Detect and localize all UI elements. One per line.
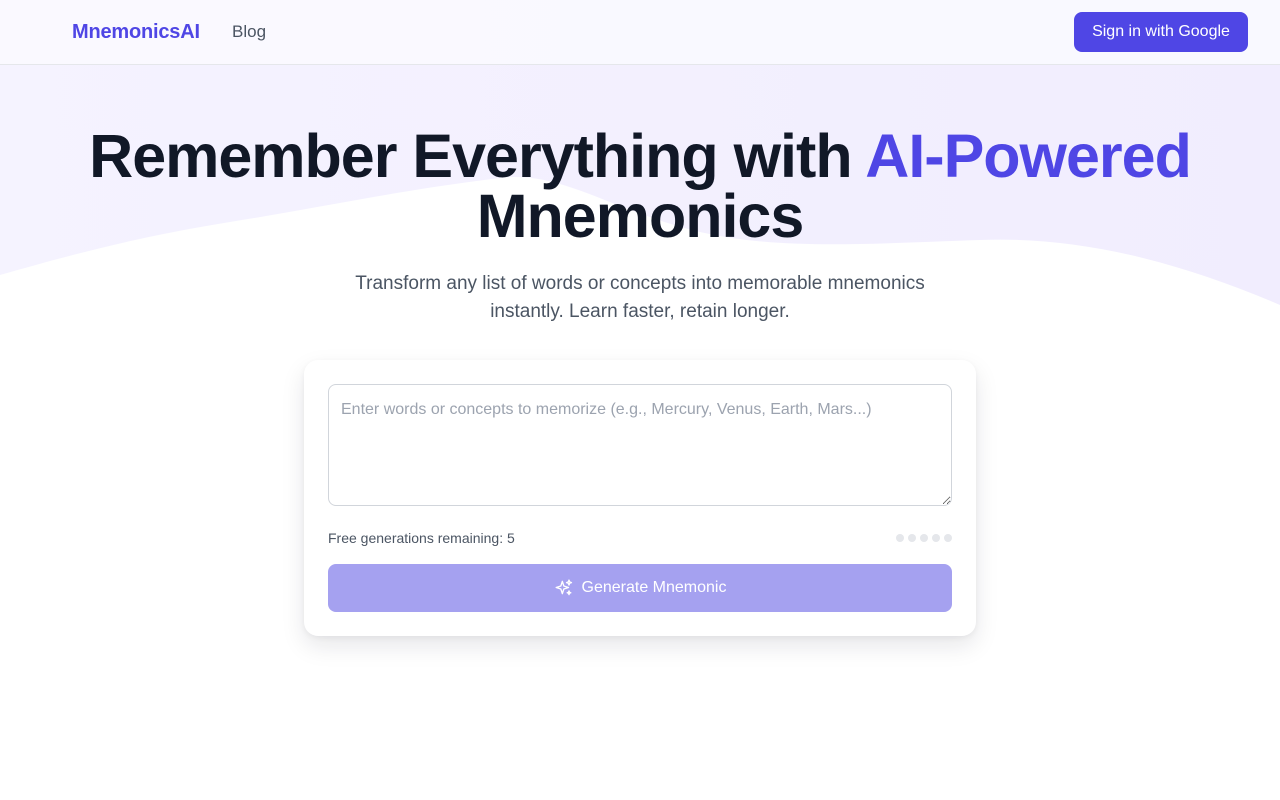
- logo[interactable]: MnemonicsAI: [72, 20, 200, 44]
- page: MnemonicsAI Blog Sign in with Google Rem…: [0, 0, 1280, 800]
- generate-mnemonic-label: Generate Mnemonic: [581, 579, 727, 596]
- generation-dot: [920, 534, 928, 542]
- hero-subtitle-line-1: Transform any list of words or concepts …: [355, 273, 925, 294]
- free-generations-remaining: Free generations remaining: 5: [328, 530, 515, 546]
- generation-dot: [944, 534, 952, 542]
- hero-title-main: Remember Everything with: [89, 122, 866, 190]
- nav-link-blog[interactable]: Blog: [232, 22, 266, 42]
- sign-in-with-google-button[interactable]: Sign in with Google: [1074, 12, 1248, 52]
- concepts-input[interactable]: [328, 384, 952, 506]
- hero-subtitle: Transform any list of words or concepts …: [330, 270, 950, 326]
- hero-title-accent: AI-Powered: [865, 122, 1192, 190]
- generation-dot: [908, 534, 916, 542]
- top-navigation-bar: MnemonicsAI Blog Sign in with Google: [0, 0, 1280, 65]
- generation-dot: [932, 534, 940, 542]
- generation-dot: [896, 534, 904, 542]
- hero-section: Remember Everything with AI-Powered Mnem…: [0, 126, 1280, 326]
- generate-mnemonic-button[interactable]: Generate Mnemonic: [328, 564, 952, 612]
- sparkles-icon: [555, 579, 572, 596]
- mnemonic-generator-card: Free generations remaining: 5 Generate M…: [304, 360, 976, 636]
- hero-subtitle-line-2: instantly. Learn faster, retain longer.: [490, 301, 790, 322]
- hero-title: Remember Everything with AI-Powered Mnem…: [0, 126, 1280, 247]
- hero-title-end: Mnemonics: [476, 182, 805, 250]
- generations-remaining-indicator: [896, 534, 952, 542]
